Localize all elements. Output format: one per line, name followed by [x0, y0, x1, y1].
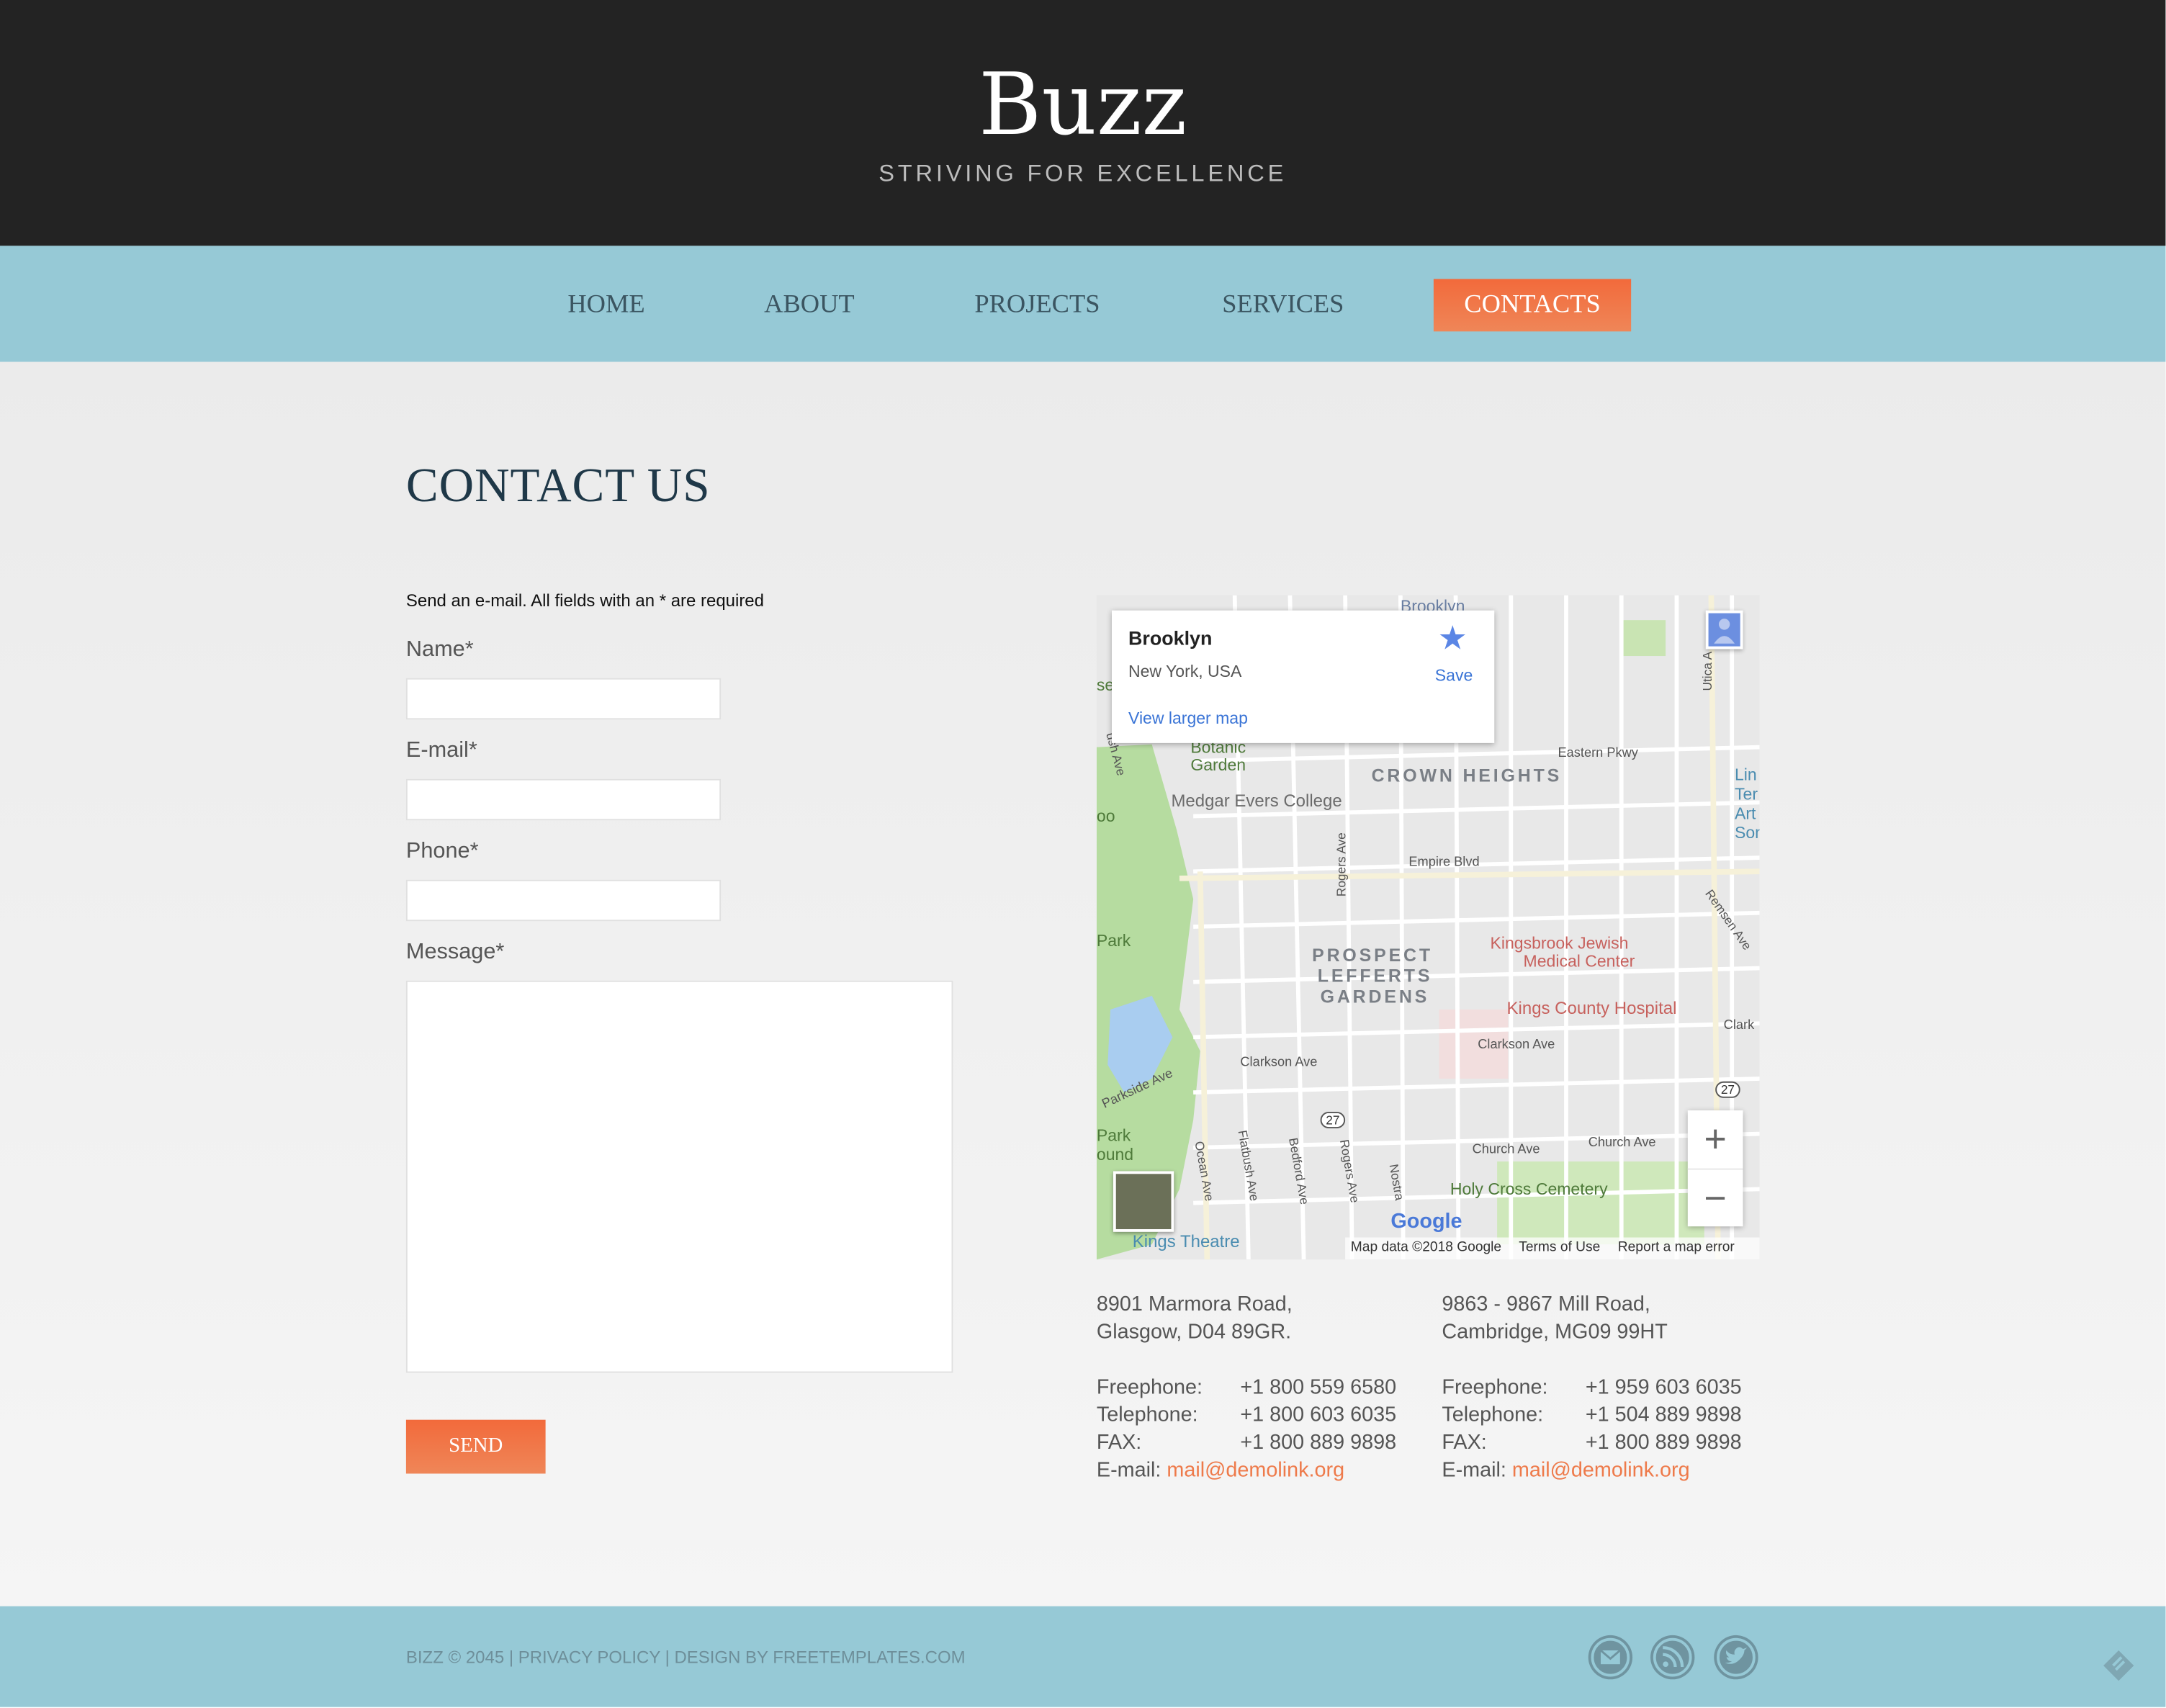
office-2-address-line-1: 9863 - 9867 Mill Road, [1442, 1293, 1650, 1316]
map-label-eastern-pkwy: Eastern Pkwy [1558, 745, 1638, 761]
office-2-fax: +1 800 889 9898 [1585, 1431, 1742, 1455]
name-label: Name* [405, 638, 474, 662]
report-map-error-link[interactable]: Report a map error [1618, 1240, 1735, 1255]
nav-contacts[interactable]: CONTACTS [1433, 279, 1632, 332]
feedback-icon[interactable] [2099, 1642, 2138, 1681]
map-embed[interactable]: Brooklyn Botanic Garden Medgar Evers Col… [1096, 595, 1760, 1260]
office-2: 9863 - 9867 Mill Road, Cambridge, MG09 9… [1442, 1291, 1773, 1485]
star-icon[interactable]: ★ [1438, 619, 1468, 659]
freephone-label: Freephone: [1442, 1375, 1548, 1399]
map-place-title: Brooklyn [1128, 626, 1213, 650]
map-place-subtitle: New York, USA [1128, 661, 1242, 681]
office-2-email-link[interactable]: mail@demolink.org [1512, 1457, 1690, 1484]
page-title: CONTACT US [405, 458, 711, 513]
message-field[interactable] [405, 980, 953, 1373]
map-label-art: Art [1735, 804, 1756, 824]
map-attribution: Map data ©2018 Google Terms of Use Repor… [1345, 1237, 1760, 1260]
site-footer: BIZZ © 2045 | PRIVACY POLICY | DESIGN BY… [0, 1606, 2166, 1707]
office-1-telephone: +1 800 603 6035 [1240, 1403, 1397, 1427]
main-content: CONTACT US Send an e-mail. All fields wi… [0, 361, 2166, 1606]
map-label-holy-cross: Holy Cross Cemetery [1450, 1179, 1608, 1199]
map-label-utica: Utica A [1700, 651, 1715, 691]
terms-of-use-link[interactable]: Terms of Use [1519, 1240, 1600, 1255]
email-label: E-mail: [1096, 1458, 1161, 1483]
route-27-shield-east: 27 [1715, 1081, 1740, 1098]
office-1-email-link[interactable]: mail@demolink.org [1167, 1457, 1344, 1484]
google-logo: Google [1390, 1210, 1462, 1233]
map-label-oo: oo [1096, 806, 1115, 826]
map-label-kings-theatre: Kings Theatre [1132, 1231, 1240, 1251]
map-label-empire-blvd: Empire Blvd [1408, 855, 1480, 871]
page: Buzz STRIVING FOR EXCELLENCE HOME ABOUT … [0, 0, 2166, 1707]
office-2-freephone: +1 959 603 6035 [1585, 1375, 1742, 1399]
map-label-clarkson-east: Clarkson Ave [1478, 1037, 1555, 1053]
fax-label: FAX: [1442, 1431, 1487, 1455]
phone-label: Phone* [405, 840, 479, 863]
office-1-address-line-2: Glasgow, D04 89GR. [1096, 1320, 1292, 1344]
freephone-label: Freephone: [1096, 1375, 1203, 1399]
email-label: E-mail: [1442, 1458, 1506, 1483]
map-label-medgar: Medgar Evers College [1171, 791, 1342, 811]
office-1-freephone: +1 800 559 6580 [1240, 1375, 1397, 1399]
office-2-telephone: +1 504 889 9898 [1585, 1403, 1742, 1427]
map-label-medical-center: Medical Center [1523, 951, 1635, 971]
map-label-kings-county: Kings County Hospital [1506, 998, 1677, 1018]
zoom-out-button[interactable]: − [1687, 1168, 1743, 1228]
map-label-clarkson-west: Clarkson Ave [1240, 1055, 1318, 1071]
map-label-crown-heights: CROWN HEIGHTS [1371, 765, 1563, 786]
footer-copyright[interactable]: BIZZ © 2045 | PRIVACY POLICY | DESIGN BY… [406, 1648, 966, 1667]
email-field[interactable] [405, 778, 722, 821]
map-label-garden: Garden [1190, 755, 1246, 775]
name-field[interactable] [405, 678, 722, 720]
site-logo[interactable]: Buzz [0, 55, 2165, 155]
route-27-shield: 27 [1320, 1111, 1346, 1129]
view-larger-map-link[interactable]: View larger map [1128, 709, 1248, 728]
map-label-ter: Ter [1735, 784, 1758, 804]
map-info-card: Brooklyn New York, USA ★ Save View large… [1111, 610, 1495, 743]
map-label-ound: ound [1096, 1145, 1134, 1164]
satellite-toggle[interactable] [1113, 1171, 1174, 1232]
message-label: Message* [405, 940, 505, 964]
map-label-church-east: Church Ave [1588, 1135, 1656, 1151]
mail-icon[interactable] [1588, 1635, 1633, 1680]
map-label-clark: Clark [1723, 1017, 1755, 1033]
site-header: Buzz STRIVING FOR EXCELLENCE [0, 0, 2166, 246]
map-label-church-west: Church Ave [1472, 1142, 1540, 1158]
street-view-pegman[interactable] [1705, 610, 1743, 650]
rss-icon[interactable] [1650, 1635, 1695, 1680]
main-nav: HOME ABOUT PROJECTS SERVICES CONTACTS [0, 246, 2166, 362]
office-1-address-line-1: 8901 Marmora Road, [1096, 1293, 1293, 1316]
twitter-icon[interactable] [1714, 1635, 1758, 1680]
map-label-kingsbrook: Kingsbrook Jewish [1490, 933, 1629, 953]
map-label-park: Park [1096, 930, 1131, 950]
nav-home[interactable]: HOME [546, 279, 668, 331]
telephone-label: Telephone: [1096, 1403, 1198, 1427]
map-label-gardens: GARDENS [1320, 986, 1430, 1007]
map-label-lefferts: LEFFERTS [1317, 965, 1433, 986]
zoom-in-button[interactable]: + [1688, 1110, 1743, 1169]
site-tagline: STRIVING FOR EXCELLENCE [878, 160, 1288, 186]
nav-services[interactable]: SERVICES [1202, 279, 1365, 331]
map-label-park-2: Park [1096, 1125, 1131, 1146]
phone-field[interactable] [405, 879, 722, 922]
map-zoom-control: + − [1687, 1110, 1743, 1228]
map-label-prospect: PROSPECT [1312, 944, 1433, 966]
office-2-address-line-2: Cambridge, MG09 99HT [1442, 1320, 1668, 1344]
map-save-link[interactable]: Save [1435, 665, 1473, 685]
nav-projects[interactable]: PROJECTS [953, 279, 1121, 331]
telephone-label: Telephone: [1442, 1403, 1544, 1427]
send-button[interactable]: SEND [405, 1419, 546, 1474]
office-1: 8901 Marmora Road, Glasgow, D04 89GR. Fr… [1097, 1291, 1428, 1485]
person-icon [1708, 613, 1740, 647]
form-intro: Send an e-mail. All fields with an * are… [405, 590, 764, 611]
email-label: E-mail* [405, 739, 477, 763]
nav-about[interactable]: ABOUT [746, 279, 873, 331]
map-label-rogers-ave-north: Rogers Ave [1334, 832, 1349, 897]
office-1-fax: +1 800 889 9898 [1240, 1431, 1397, 1455]
map-data-credit: Map data ©2018 Google [1350, 1240, 1502, 1256]
map-label-som: Som [1735, 823, 1760, 842]
fax-label: FAX: [1096, 1431, 1142, 1455]
map-label-lin: Lin [1735, 765, 1757, 785]
